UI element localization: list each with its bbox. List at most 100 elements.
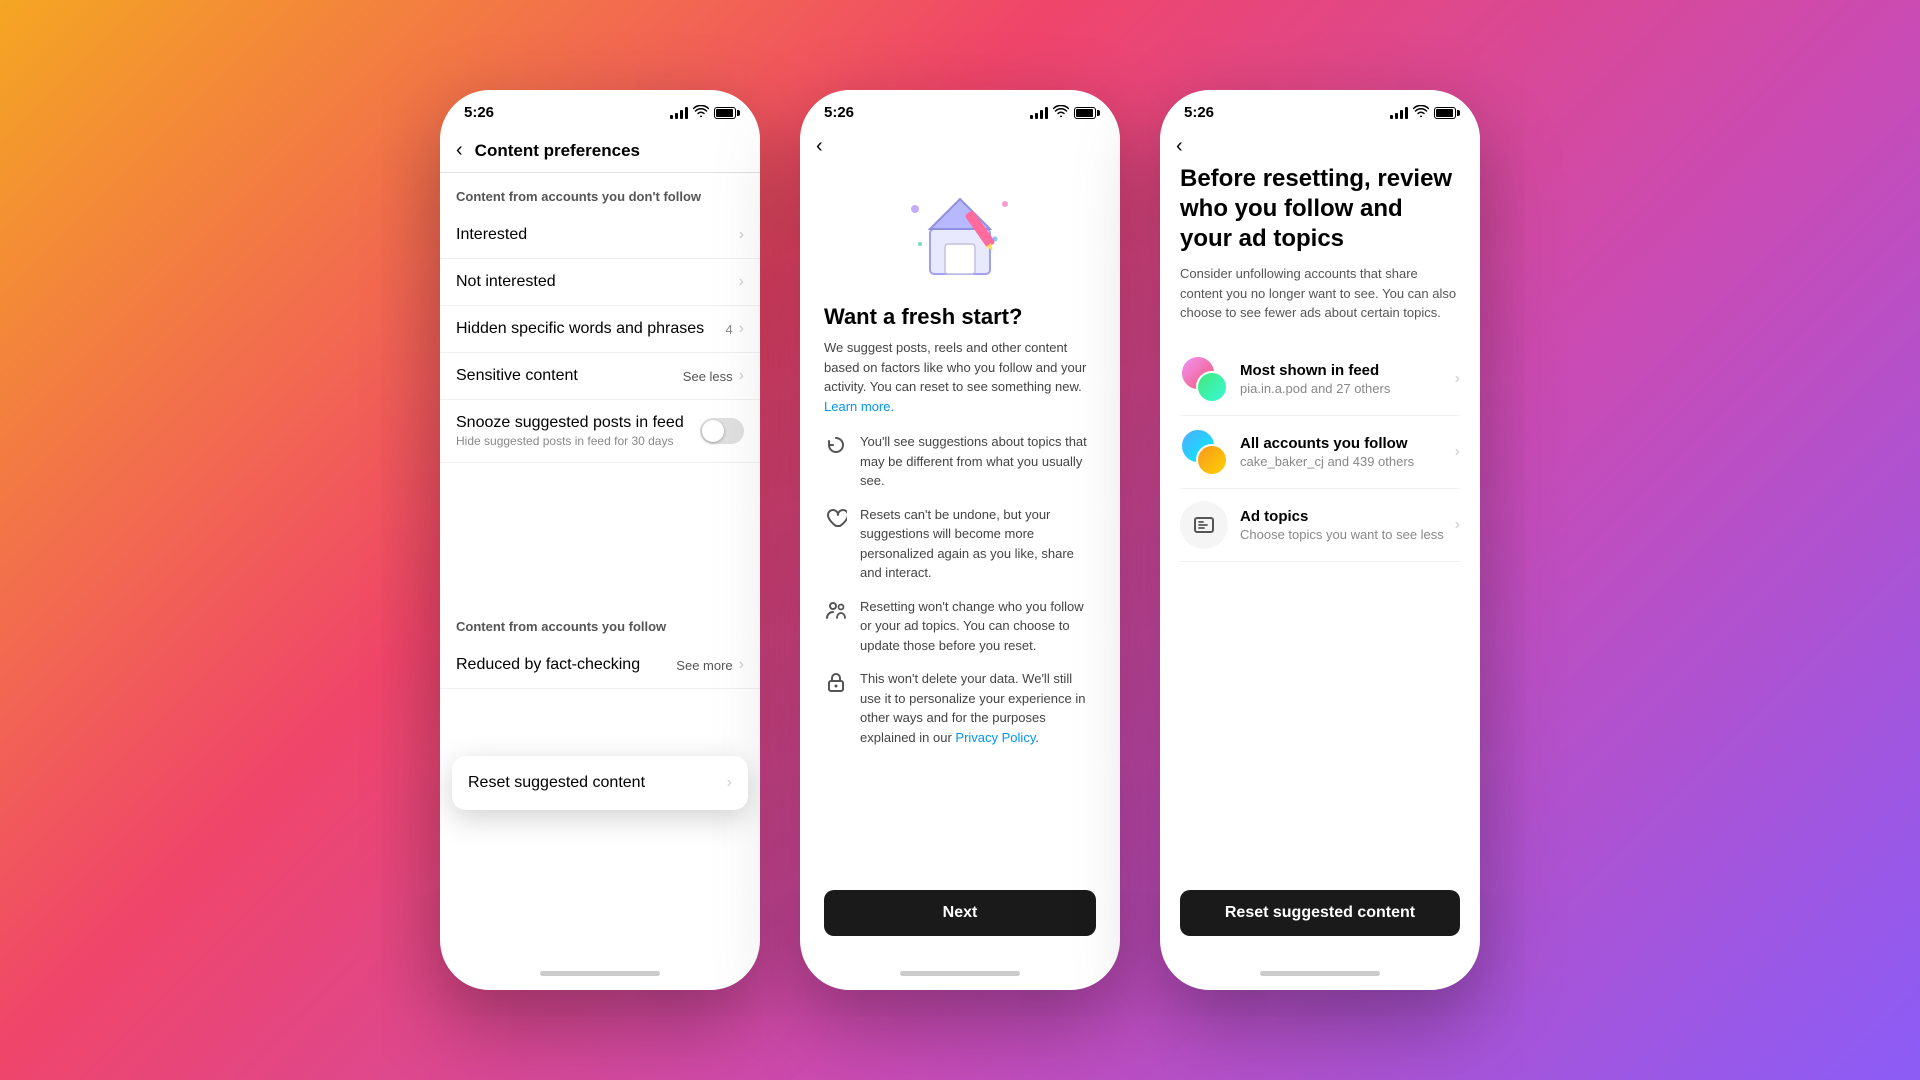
home-indicator-2 xyxy=(800,956,1120,990)
people-icon xyxy=(824,598,848,622)
snooze-toggle[interactable] xyxy=(700,418,744,444)
battery-icon-3 xyxy=(1434,107,1456,119)
back-button-2[interactable]: ‹ xyxy=(816,135,823,157)
account-info-all-accounts: All accounts you follow cake_baker_cj an… xyxy=(1240,435,1455,469)
ad-subtitle: Choose topics you want to see less xyxy=(1240,527,1455,542)
battery-icon-1 xyxy=(714,107,736,119)
review-desc: Consider unfollowing accounts that share… xyxy=(1180,264,1460,323)
info-item-2: Resetting won't change who you follow or… xyxy=(824,597,1096,656)
chevron-icon-hidden-words: › xyxy=(739,320,744,338)
menu-item-title-hidden-words: Hidden specific words and phrases xyxy=(456,320,704,338)
phone1-content: ‹ Content preferences Content from accou… xyxy=(440,129,760,956)
ad-info: Ad topics Choose topics you want to see … xyxy=(1240,508,1455,542)
learn-more-link[interactable]: Learn more. xyxy=(824,399,894,414)
account-item-all-accounts[interactable]: All accounts you follow cake_baker_cj an… xyxy=(1180,416,1460,489)
menu-item-interested[interactable]: Interested › xyxy=(440,212,760,259)
refresh-icon xyxy=(824,433,848,457)
menu-item-title-fact-checking: Reduced by fact-checking xyxy=(456,656,640,674)
badge-hidden-words: 4 xyxy=(725,322,732,337)
wifi-icon-2 xyxy=(1053,105,1069,120)
info-item-0: You'll see suggestions about topics that… xyxy=(824,432,1096,491)
account-title-most-shown: Most shown in feed xyxy=(1240,362,1455,379)
signal-icon-1 xyxy=(670,107,688,119)
status-bar-2: 5:26 xyxy=(800,90,1120,129)
see-more-label[interactable]: See more xyxy=(676,658,732,673)
back-button-1[interactable]: ‹ xyxy=(456,139,463,162)
avatar-stack-most-shown xyxy=(1180,355,1228,403)
popup-reset-title: Reset suggested content xyxy=(468,774,645,792)
info-text-1: Resets can't be undone, but your suggest… xyxy=(860,505,1096,583)
review-title: Before resetting, review who you follow … xyxy=(1180,164,1460,254)
status-bar-3: 5:26 xyxy=(1160,90,1480,129)
reset-suggested-content-button[interactable]: Reset suggested content xyxy=(1180,890,1460,936)
account-info-most-shown: Most shown in feed pia.in.a.pod and 27 o… xyxy=(1240,362,1455,396)
section-label-1: Content from accounts you don't follow xyxy=(440,173,760,212)
status-icons-1 xyxy=(670,105,736,120)
fresh-start-illustration xyxy=(890,174,1030,294)
ad-icon xyxy=(1180,501,1228,549)
account-subtitle-all-accounts: cake_baker_cj and 439 others xyxy=(1240,454,1455,469)
menu-item-title-not-interested: Not interested xyxy=(456,273,556,291)
phone2-main: Want a fresh start? We suggest posts, re… xyxy=(800,164,1120,956)
chevron-icon-sensitive: › xyxy=(739,367,744,385)
status-time-2: 5:26 xyxy=(824,104,854,121)
status-time-1: 5:26 xyxy=(464,104,494,121)
back-button-3[interactable]: ‹ xyxy=(1176,135,1183,157)
account-subtitle-most-shown: pia.in.a.pod and 27 others xyxy=(1240,381,1455,396)
menu-item-subtitle-snooze: Hide suggested posts in feed for 30 days xyxy=(456,434,684,448)
info-item-1: Resets can't be undone, but your suggest… xyxy=(824,505,1096,583)
menu-item-sensitive[interactable]: Sensitive content See less › xyxy=(440,353,760,400)
status-icons-2 xyxy=(1030,105,1096,120)
status-icons-3 xyxy=(1390,105,1456,120)
ad-topics-item[interactable]: Ad topics Choose topics you want to see … xyxy=(1180,489,1460,562)
wifi-icon-1 xyxy=(693,105,709,120)
menu-item-not-interested[interactable]: Not interested › xyxy=(440,259,760,306)
menu-item-fact-checking[interactable]: Reduced by fact-checking See more › xyxy=(440,642,760,689)
see-less-label[interactable]: See less xyxy=(683,369,733,384)
section-label-2: Content from accounts you follow xyxy=(440,603,760,642)
phone-2: 5:26 ‹ xyxy=(800,90,1120,990)
lock-icon xyxy=(824,670,848,694)
next-button[interactable]: Next xyxy=(824,890,1096,936)
phone3-main: Before resetting, review who you follow … xyxy=(1160,164,1480,956)
reset-popup[interactable]: Reset suggested content › xyxy=(452,756,748,810)
battery-icon-2 xyxy=(1074,107,1096,119)
info-text-0: You'll see suggestions about topics that… xyxy=(860,432,1096,491)
menu-item-title-interested: Interested xyxy=(456,226,527,244)
avatar-stack-all-accounts xyxy=(1180,428,1228,476)
chevron-icon-most-shown: › xyxy=(1455,370,1460,388)
signal-icon-2 xyxy=(1030,107,1048,119)
fresh-start-title: Want a fresh start? xyxy=(824,304,1096,330)
chevron-icon-fact-checking: › xyxy=(739,656,744,674)
chevron-icon-all-accounts: › xyxy=(1455,443,1460,461)
back-header-3: ‹ xyxy=(1160,129,1480,164)
ad-title: Ad topics xyxy=(1240,508,1455,525)
chevron-icon-not-interested: › xyxy=(739,273,744,291)
wifi-icon-3 xyxy=(1413,105,1429,120)
nav-header-1: ‹ Content preferences xyxy=(440,129,760,173)
fresh-start-desc: We suggest posts, reels and other conten… xyxy=(824,338,1096,416)
home-indicator-3 xyxy=(1160,956,1480,990)
phone-1: 5:26 ‹ Conte xyxy=(440,90,760,990)
page-title-1: Content preferences xyxy=(475,141,640,161)
menu-item-title-sensitive: Sensitive content xyxy=(456,367,578,385)
home-indicator-1 xyxy=(440,956,760,990)
info-item-3: This won't delete your data. We'll still… xyxy=(824,669,1096,747)
chevron-icon-interested: › xyxy=(739,226,744,244)
account-item-most-shown[interactable]: Most shown in feed pia.in.a.pod and 27 o… xyxy=(1180,343,1460,416)
account-title-all-accounts: All accounts you follow xyxy=(1240,435,1455,452)
info-text-2: Resetting won't change who you follow or… xyxy=(860,597,1096,656)
menu-item-snooze[interactable]: Snooze suggested posts in feed Hide sugg… xyxy=(440,400,760,463)
info-text-3: This won't delete your data. We'll still… xyxy=(860,669,1096,747)
back-header-2: ‹ xyxy=(800,129,1120,164)
menu-item-hidden-words[interactable]: Hidden specific words and phrases 4 › xyxy=(440,306,760,353)
phone-3: 5:26 ‹ Before re xyxy=(1160,90,1480,990)
popup-item-reset[interactable]: Reset suggested content › xyxy=(452,756,748,810)
status-time-3: 5:26 xyxy=(1184,104,1214,121)
heart-icon xyxy=(824,506,848,530)
privacy-policy-link[interactable]: Privacy Policy xyxy=(955,730,1035,745)
menu-item-title-snooze: Snooze suggested posts in feed xyxy=(456,414,684,432)
status-bar-1: 5:26 xyxy=(440,90,760,129)
chevron-icon-ad-topics: › xyxy=(1455,516,1460,534)
signal-icon-3 xyxy=(1390,107,1408,119)
